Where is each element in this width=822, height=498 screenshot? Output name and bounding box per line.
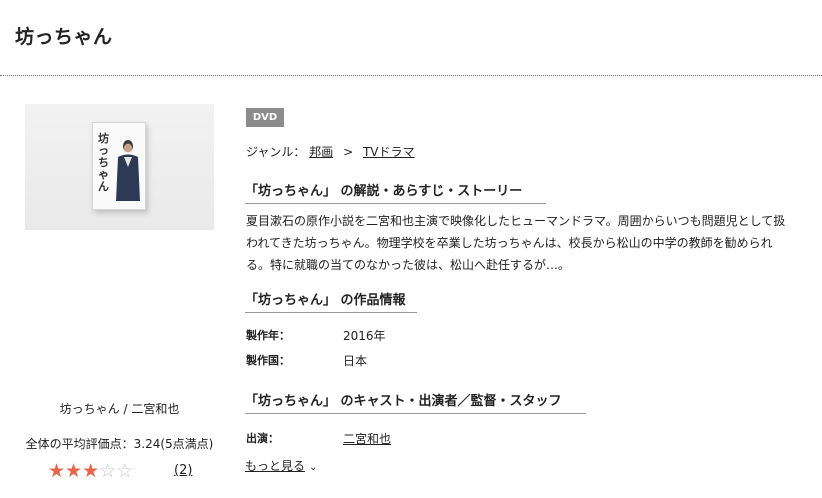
page-title: 坊っちゃん: [15, 26, 113, 48]
work-info-heading: 「坊っちゃん」 の作品情報: [245, 289, 417, 313]
genre-breadcrumb: ジャンル： 邦画 > TVドラマ: [246, 143, 415, 160]
show-more-label: もっと見る: [245, 459, 306, 473]
cover-title-logo: 坊っちゃん: [98, 132, 109, 193]
story-heading: 「坊っちゃん」 の解説・あらすじ・ストーリー: [245, 180, 546, 204]
cast-link-ninomiya[interactable]: 二宮和也: [343, 430, 391, 447]
star-icon: ★: [48, 460, 66, 482]
synopsis-text: 夏目漱石の原作小説を二宮和也主演で映像化したヒューマンドラマ。周囲からいつも問題…: [246, 214, 786, 272]
header-divider: [0, 75, 822, 76]
star-icon: ★: [82, 460, 100, 482]
cast-label: 出演：: [246, 432, 279, 445]
cast-heading: 「坊っちゃん」 のキャスト・出演者／監督・スタッフ: [245, 390, 586, 414]
production-year-label: 製作年：: [246, 329, 290, 342]
production-year-value: 2016年: [343, 329, 386, 343]
star-outline-icon: ☆: [99, 460, 117, 482]
chevron-down-icon: ⌄: [309, 462, 318, 473]
dvd-cover-image[interactable]: 坊っちゃん: [25, 104, 214, 230]
review-count-link[interactable]: (2): [174, 463, 192, 478]
average-rating-text: 全体の平均評価点：3.24(5点満点): [25, 437, 214, 451]
title-actor-caption: 坊っちゃん / 二宮和也: [59, 402, 180, 416]
production-country-value: 日本: [343, 354, 368, 368]
rating-stars: ★★★☆☆: [48, 460, 133, 482]
cover-person-figure: [116, 140, 140, 201]
format-badge: DVD: [246, 108, 284, 127]
breadcrumb-separator: >: [343, 145, 354, 159]
star-icon: ★: [65, 460, 83, 482]
genre-link-tv-drama[interactable]: TVドラマ: [363, 145, 415, 159]
star-outline-icon: ☆: [116, 460, 134, 482]
genre-link-houga[interactable]: 邦画: [309, 145, 333, 159]
genre-label: ジャンル：: [246, 145, 306, 159]
dvd-case: 坊っちゃん: [92, 122, 146, 210]
show-more-link[interactable]: もっと見る ⌄: [245, 457, 317, 474]
production-country-label: 製作国：: [246, 354, 290, 367]
